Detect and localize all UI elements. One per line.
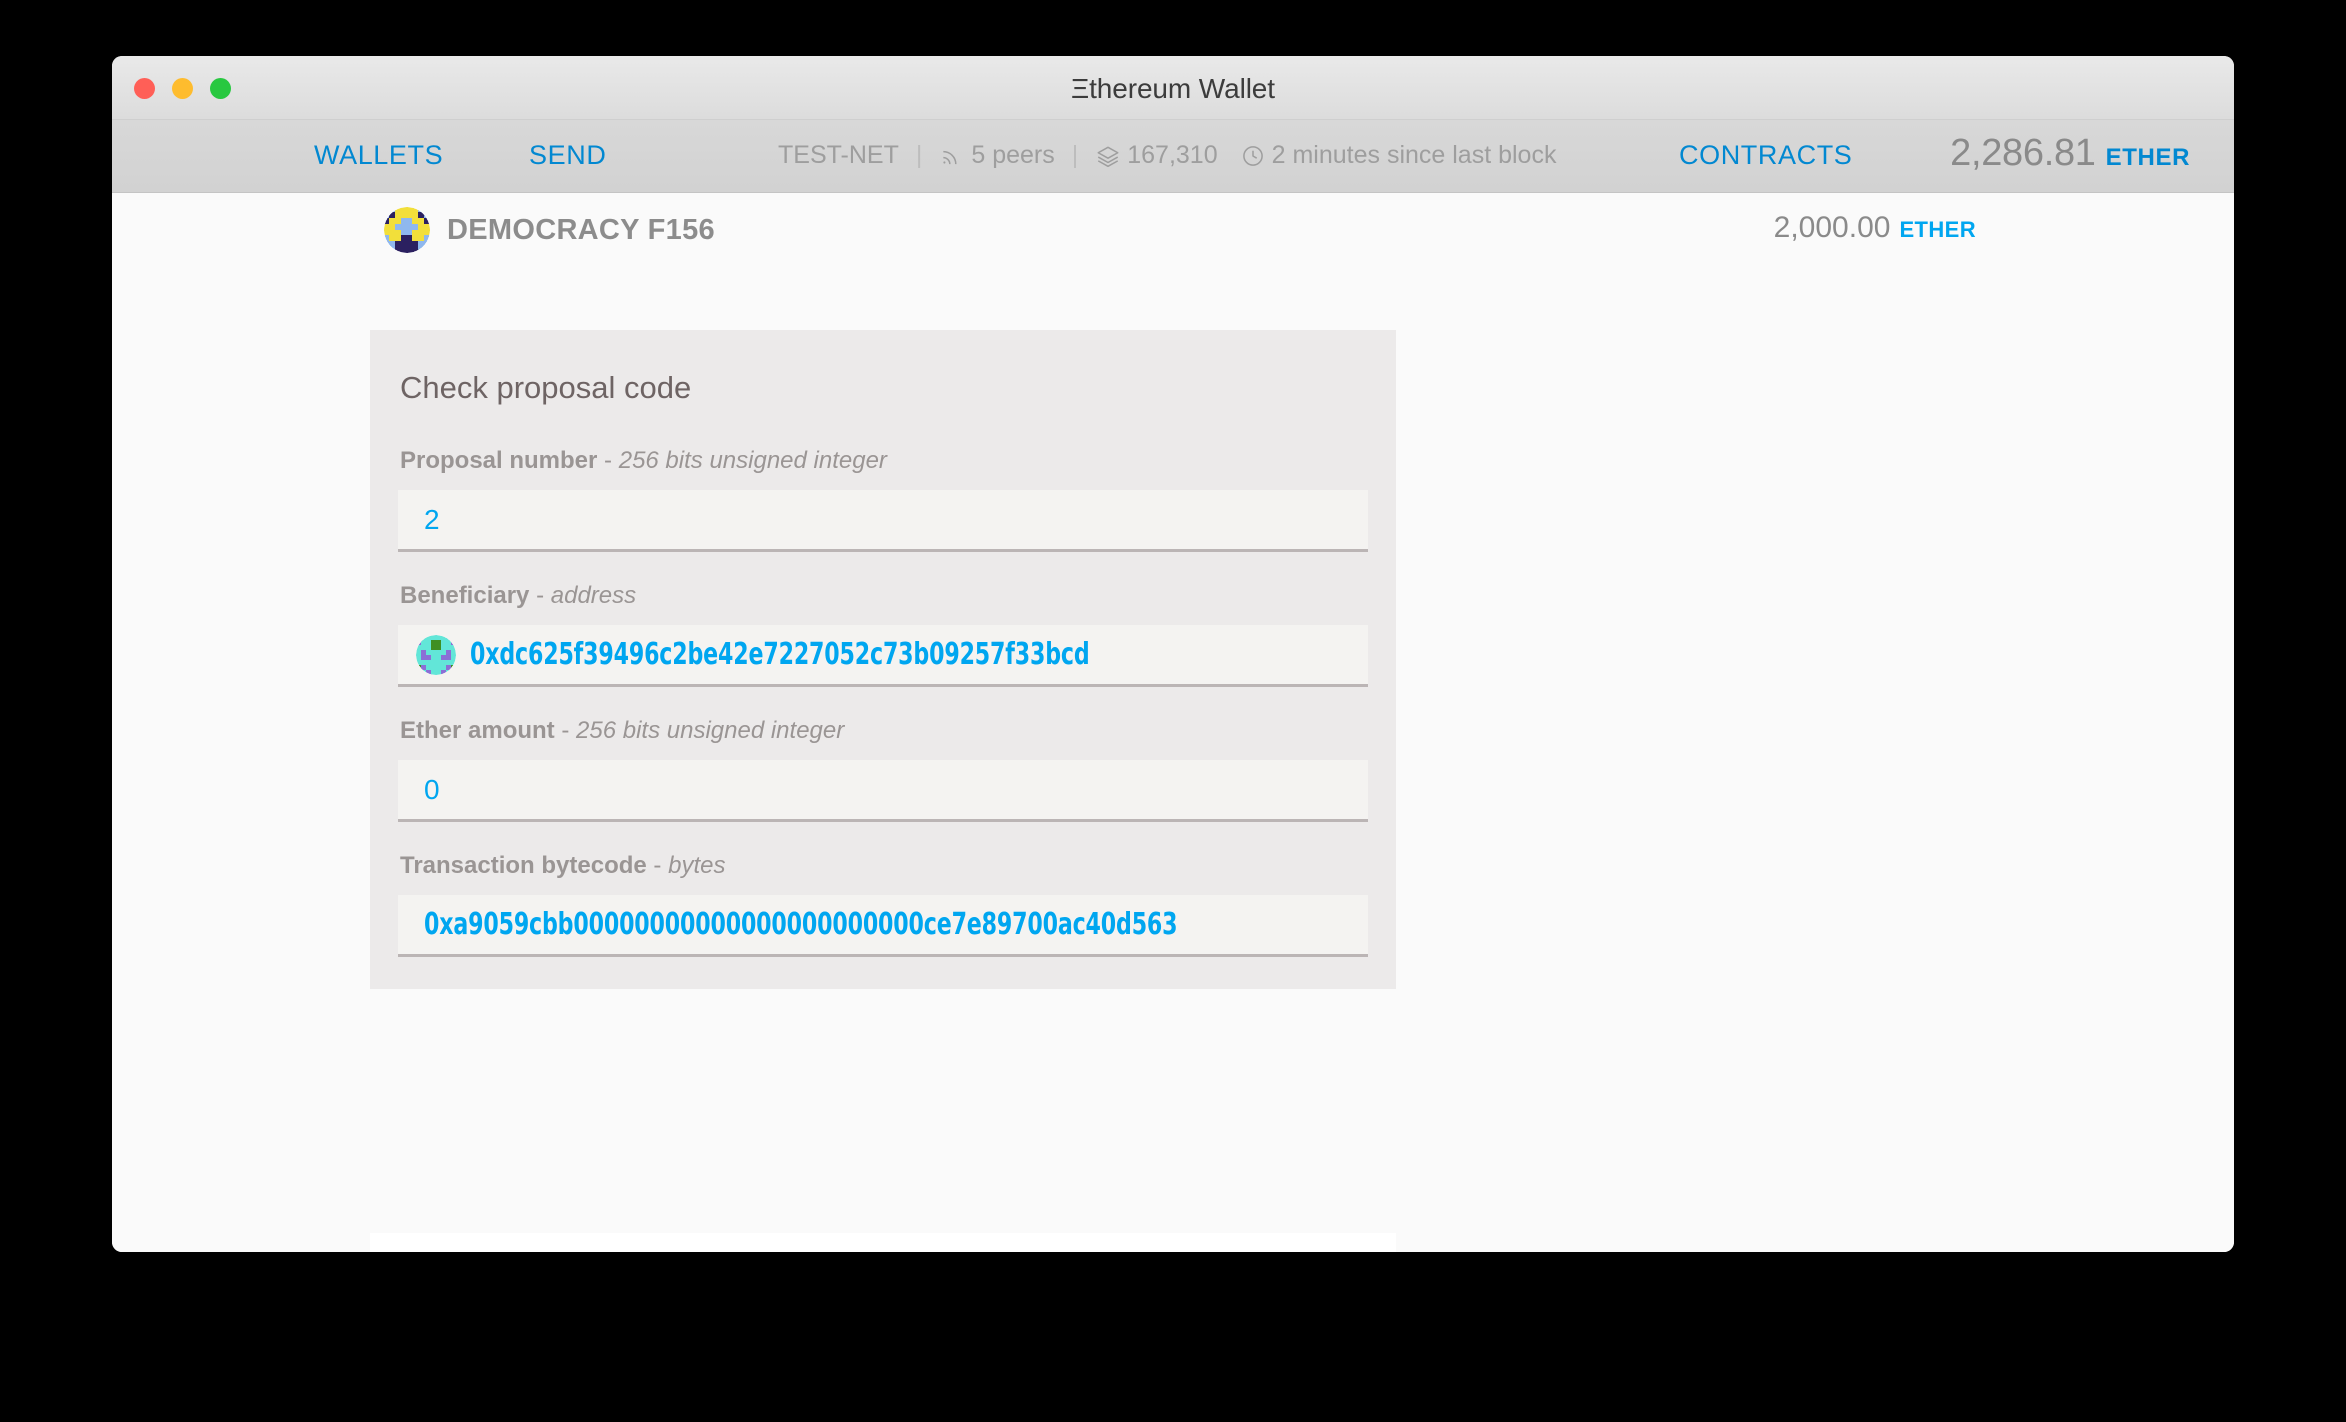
field-label-type: address xyxy=(550,582,637,609)
layers-icon xyxy=(1095,143,1121,169)
contract-identity[interactable]: DEMOCRACY F156 xyxy=(384,207,715,253)
field-label-proposal-number: Proposal number - 256 bits unsigned inte… xyxy=(400,447,1368,475)
nav-link-contracts[interactable]: CONTRACTS xyxy=(1679,140,1852,171)
signal-icon xyxy=(939,143,965,169)
last-block-status: 2 minutes since last block xyxy=(1240,141,1557,170)
transaction-bytecode-input[interactable]: 0xa9059cbb00000000000000000000000ce7e897… xyxy=(398,895,1368,957)
check-proposal-code-form: Check proposal code Proposal number - 25… xyxy=(370,330,1396,989)
field-label-type: 256 bits unsigned integer xyxy=(576,717,845,744)
field-label-name: Proposal number xyxy=(400,447,598,474)
clock-icon xyxy=(1240,143,1266,169)
title-bar: Ξthereum Wallet xyxy=(112,56,2234,120)
field-group-beneficiary: Beneficiary - address 0xdc625f39496c2be4… xyxy=(398,582,1368,687)
content-area: DEMOCRACY F156 2,000.00 ETHER Check prop… xyxy=(112,193,2234,1252)
field-label-ether-amount: Ether amount - 256 bits unsigned integer xyxy=(400,717,1368,745)
field-label-name: Ether amount xyxy=(400,717,555,744)
field-label-name: Beneficiary xyxy=(400,582,530,609)
form-title: Check proposal code xyxy=(400,370,692,405)
field-label-transaction-bytecode: Transaction bytecode - bytes xyxy=(400,852,1368,880)
status-separator-2: | xyxy=(1071,141,1079,169)
block-number-label: 167,310 xyxy=(1127,141,1218,169)
field-label-beneficiary: Beneficiary - address xyxy=(400,582,1368,610)
transaction-bytecode-value: 0xa9059cbb00000000000000000000000ce7e897… xyxy=(424,907,1178,942)
total-balance-value: 2,286.81 xyxy=(1950,132,2096,174)
window-title: Ξthereum Wallet xyxy=(1071,73,1275,104)
network-status-bar: TEST-NET | 5 peers | 167,310 2 minutes s… xyxy=(778,141,1556,170)
network-name: TEST-NET xyxy=(778,141,899,169)
field-label-name: Transaction bytecode xyxy=(400,852,647,879)
proposal-number-input[interactable]: 2 xyxy=(398,490,1368,552)
application-window: Ξthereum Wallet WALLETS SEND TEST-NET | … xyxy=(112,56,2234,1252)
beneficiary-identicon xyxy=(416,634,456,675)
block-number-status: 167,310 xyxy=(1095,141,1218,170)
field-label-separator: - xyxy=(653,852,662,879)
contract-balance: 2,000.00 ETHER xyxy=(1774,211,1976,245)
beneficiary-input[interactable]: 0xdc625f39496c2be42e7227052c73b09257f33b… xyxy=(398,625,1368,687)
proposal-number-value: 2 xyxy=(424,503,440,535)
field-label-separator: - xyxy=(536,582,545,609)
status-separator-1: | xyxy=(915,141,923,169)
beneficiary-address-value: 0xdc625f39496c2be42e7227052c73b09257f33b… xyxy=(470,637,1090,672)
field-label-type: bytes xyxy=(668,852,726,879)
total-balance-unit: ETHER xyxy=(2105,144,2190,171)
field-group-transaction-bytecode: Transaction bytecode - bytes 0xa9059cbb0… xyxy=(398,852,1368,957)
field-group-proposal-number: Proposal number - 256 bits unsigned inte… xyxy=(398,447,1368,552)
contract-balance-unit: ETHER xyxy=(1899,217,1976,242)
ether-amount-input[interactable]: 0 xyxy=(398,760,1368,822)
field-label-type: 256 bits unsigned integer xyxy=(618,447,887,474)
main-toolbar: WALLETS SEND TEST-NET | 5 peers | 167,31… xyxy=(112,120,2234,193)
nav-link-send[interactable]: SEND xyxy=(529,140,606,171)
last-block-label: 2 minutes since last block xyxy=(1271,141,1557,169)
contract-identicon xyxy=(384,207,430,253)
field-label-separator: - xyxy=(561,717,570,744)
contract-balance-value: 2,000.00 xyxy=(1773,211,1891,244)
field-group-ether-amount: Ether amount - 256 bits unsigned integer… xyxy=(398,717,1368,822)
nav-link-wallets[interactable]: WALLETS xyxy=(314,140,443,171)
contract-name: DEMOCRACY F156 xyxy=(447,213,715,246)
peer-count-label: 5 peers xyxy=(971,141,1055,169)
result-card: Code checks out TRUE xyxy=(370,1233,1396,1252)
ether-amount-value: 0 xyxy=(424,773,440,805)
field-label-separator: - xyxy=(604,447,613,474)
peer-count-status: 5 peers xyxy=(939,141,1055,170)
contract-header: DEMOCRACY F156 2,000.00 ETHER xyxy=(112,193,2234,253)
total-balance: 2,286.81 ETHER xyxy=(1950,132,2190,175)
